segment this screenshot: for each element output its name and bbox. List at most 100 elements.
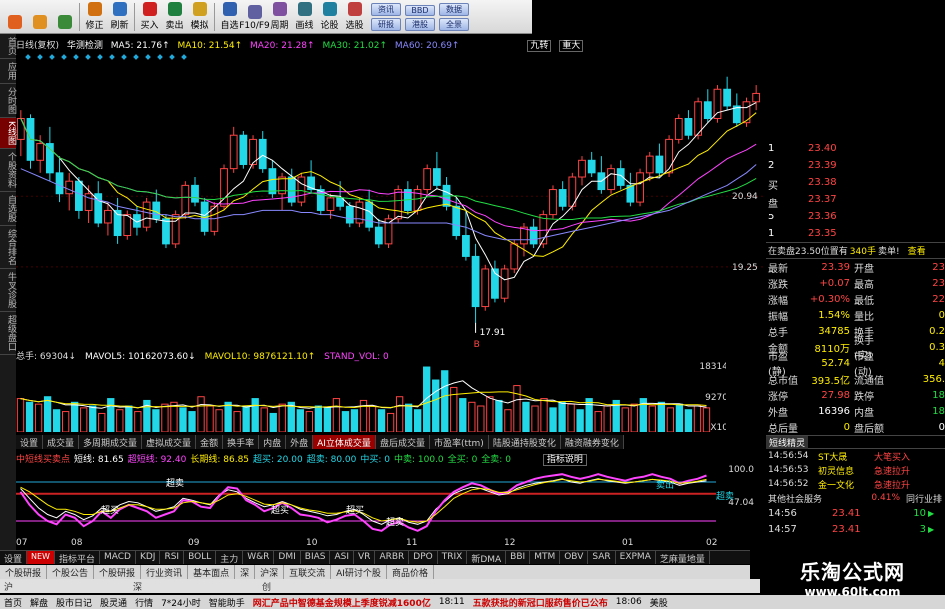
jiuzhuan-tag[interactable]: 九转 — [527, 40, 552, 52]
left-tab-3[interactable]: K线图 — [0, 118, 16, 149]
indicator-tab-14[interactable]: DPO — [409, 551, 438, 564]
toolbar-small-button[interactable]: 数据 — [439, 3, 469, 16]
info-tab-8[interactable]: AI研讨个股 — [331, 565, 387, 579]
event-marker[interactable] — [61, 54, 67, 60]
indicator-tab-11[interactable]: ASI — [330, 551, 355, 564]
bid-row[interactable]: 1 23.35 — [766, 225, 945, 242]
toolbar-button-11[interactable]: 画线 — [292, 1, 317, 33]
toolbar-button-6[interactable]: 卖出 — [162, 1, 187, 33]
info-tab-6[interactable]: 沪深 — [255, 565, 285, 579]
market-label[interactable]: 创 — [262, 580, 271, 593]
toolbar-small-button[interactable]: 全景 — [439, 18, 469, 31]
indicator-tab-7[interactable]: 主力 — [216, 551, 244, 565]
toolbar-button-0[interactable] — [2, 1, 27, 33]
info-tab-0[interactable]: 个股研报 — [0, 565, 48, 579]
event-marker[interactable] — [49, 54, 55, 60]
volume-indicator-tab[interactable]: 陆股通持股变化 — [488, 435, 561, 449]
indicator-tab-17[interactable]: BBI — [506, 551, 531, 564]
left-tab-1[interactable]: 应用 — [0, 59, 16, 84]
volume-indicator-tab[interactable]: 盘后成交量 — [375, 435, 430, 449]
left-tab-5[interactable]: 自选股 — [0, 192, 16, 226]
event-marker[interactable] — [145, 54, 151, 60]
indicator-tab-5[interactable]: RSI — [160, 551, 185, 564]
toolbar-small-button[interactable]: 资讯 — [371, 3, 401, 16]
indicator-tab-18[interactable]: MTM — [530, 551, 561, 564]
status-item[interactable]: 18:06 — [612, 597, 646, 607]
event-marker[interactable] — [169, 54, 175, 60]
event-marker[interactable] — [181, 54, 187, 60]
toolbar-button-7[interactable]: 模拟 — [187, 1, 212, 33]
toolbar-small-button[interactable]: 港股 — [405, 18, 435, 31]
bid-row[interactable]: 323.38 — [766, 174, 945, 191]
toolbar-button-12[interactable]: 论股 — [317, 1, 342, 33]
toolbar-button-9[interactable]: F10/F9 — [239, 1, 270, 33]
toolbar-button-3[interactable]: 修正 — [82, 1, 107, 33]
volume-indicator-tab[interactable]: 内盘 — [259, 435, 287, 449]
info-tab-2[interactable]: 个股研报 — [94, 565, 142, 579]
event-marker[interactable] — [85, 54, 91, 60]
event-marker[interactable] — [97, 54, 103, 60]
market-label[interactable]: 沪 — [4, 580, 13, 593]
bid-row[interactable]: 5 23.36 — [766, 208, 945, 225]
info-tab-9[interactable]: 商品价格 — [387, 565, 434, 579]
volume-indicator-tab[interactable]: AI立体成交量 — [313, 435, 376, 449]
status-item[interactable]: 股市日记 — [52, 596, 96, 609]
period-label[interactable]: 日线(复权) — [16, 41, 59, 51]
indicator-tab-12[interactable]: VR — [354, 551, 376, 564]
status-item[interactable]: 解盘 — [26, 596, 52, 609]
info-tab-3[interactable]: 行业资讯 — [141, 565, 189, 579]
status-item[interactable]: 美股 — [646, 596, 672, 609]
left-tab-6[interactable]: 综合排名 — [0, 226, 16, 269]
left-tab-4[interactable]: 个股资料 — [0, 149, 16, 192]
elf-row[interactable]: 14:56:53 初灵信息 急速拉升 — [766, 463, 945, 477]
indicator-tab-20[interactable]: SAR — [588, 551, 616, 564]
indicator-tab-13[interactable]: ARBR — [375, 551, 410, 564]
toolbar-button-10[interactable]: 周期 — [267, 1, 292, 33]
volume-chart[interactable]: 18314 9270 X10 — [16, 360, 726, 432]
event-marker[interactable] — [121, 54, 127, 60]
indicator-tab-1[interactable]: NEW — [27, 551, 55, 564]
status-item[interactable]: 18:11 — [435, 597, 469, 607]
indicator-tab-3[interactable]: MACD — [100, 551, 136, 564]
indicator-tab-0[interactable]: 设置 — [0, 551, 28, 565]
market-label[interactable]: 深 — [133, 580, 142, 593]
info-tab-1[interactable]: 个股公告 — [47, 565, 95, 579]
elf-row[interactable]: 14:56:52 金一文化 急速拉升 — [766, 477, 945, 491]
event-marker[interactable] — [73, 54, 79, 60]
bid-row[interactable]: 1 23.40 — [766, 140, 945, 157]
volume-indicator-tab[interactable]: 融资融券变化 — [560, 435, 624, 449]
bid-row[interactable]: 423.37 — [766, 191, 945, 208]
queue-info[interactable]: 在卖盘23.50位置有 340手 卖单! 查看 — [766, 242, 945, 259]
buy-sell-indicator-chart[interactable]: 100.047.04超买超卖超买 超买超卖卖出超卖 — [16, 463, 756, 538]
status-item[interactable]: 首页 — [0, 596, 26, 609]
elf-row[interactable]: 14:56:54 ST大晟 大笔买入 — [766, 449, 945, 463]
toolbar-button-1[interactable] — [27, 1, 52, 33]
news-ticker[interactable]: 五款获批的新冠口服药售价已公布 — [469, 596, 612, 609]
info-tab-4[interactable]: 基本面点 — [188, 565, 236, 579]
volume-indicator-tab[interactable]: 虚拟成交量 — [142, 435, 197, 449]
toolbar-button-2[interactable] — [52, 1, 77, 33]
volume-indicator-tab[interactable]: 市盈率(ttm) — [429, 435, 489, 449]
status-item[interactable]: 7*24小时 — [157, 596, 205, 609]
status-item[interactable]: 智能助手 — [205, 596, 249, 609]
major-tag[interactable]: 重大 — [559, 40, 584, 52]
left-tab-7[interactable]: 牛叉诊股 — [0, 269, 16, 312]
event-marker[interactable] — [25, 54, 31, 60]
indicator-tab-2[interactable]: 指标平台 — [55, 551, 100, 565]
toolbar-button-4[interactable]: 刷新 — [107, 1, 132, 33]
indicator-tab-21[interactable]: EXPMA — [616, 551, 656, 564]
volume-indicator-tab[interactable]: 成交量 — [43, 435, 80, 449]
volume-indicator-tab[interactable]: 换手率 — [223, 435, 260, 449]
indicator-tab-16[interactable]: 新DMA — [467, 551, 507, 565]
status-item[interactable]: 行情 — [131, 596, 157, 609]
indicator-tab-10[interactable]: BIAS — [301, 551, 331, 564]
toolbar-small-button[interactable]: BBD — [405, 5, 435, 16]
event-marker[interactable] — [133, 54, 139, 60]
left-tab-2[interactable]: 分时图 — [0, 84, 16, 118]
indicator-tab-19[interactable]: OBV — [560, 551, 589, 564]
news-ticker[interactable]: 网汇产品中智德基金规模上季度锐减1600亿 — [249, 596, 435, 609]
volume-indicator-tab[interactable]: 外盘 — [286, 435, 314, 449]
indicator-tab-8[interactable]: W&R — [243, 551, 275, 564]
queue-more[interactable]: 查看 — [908, 244, 926, 257]
toolbar-small-button[interactable]: 研报 — [371, 18, 401, 31]
